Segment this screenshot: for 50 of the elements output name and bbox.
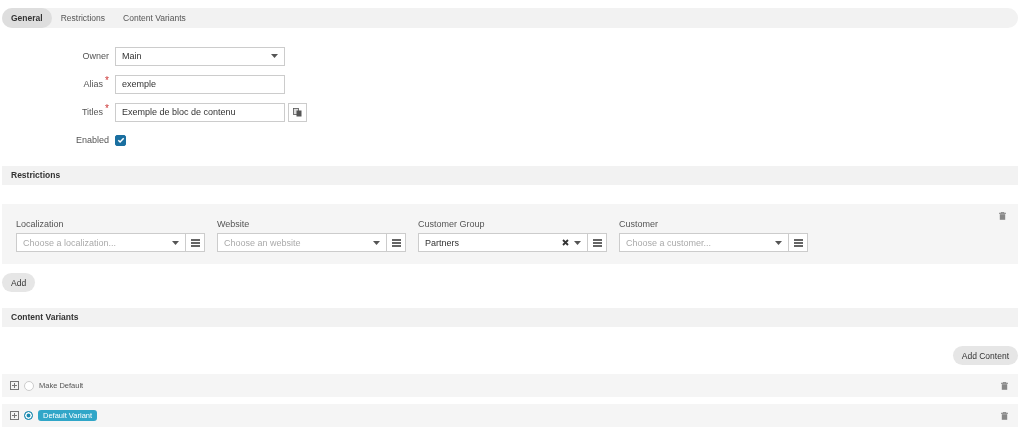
select-placeholder: Choose a localization... bbox=[23, 237, 117, 248]
filter-label: Website bbox=[217, 219, 251, 229]
section-header: Content Variants bbox=[2, 308, 1018, 327]
list-button[interactable] bbox=[186, 233, 205, 252]
enabled-checkbox[interactable] bbox=[115, 134, 126, 146]
required-mark: * bbox=[105, 103, 109, 114]
field-label: Alias bbox=[83, 79, 104, 89]
add-content-button[interactable]: Add Content bbox=[952, 346, 1018, 365]
required-mark: * bbox=[105, 75, 109, 86]
menu-icon bbox=[391, 238, 401, 247]
titles-field[interactable]: Exemple de bloc de contenu bbox=[115, 102, 285, 122]
filter-select[interactable]: Partners bbox=[418, 233, 588, 252]
clear-icon[interactable] bbox=[562, 239, 569, 246]
owner-select[interactable]: Main bbox=[115, 46, 285, 66]
tab[interactable]: Content Variants bbox=[114, 8, 195, 28]
trash-icon[interactable] bbox=[1001, 381, 1008, 390]
default-radio[interactable] bbox=[24, 380, 34, 391]
alias-field[interactable]: exemple bbox=[115, 74, 285, 94]
caret-icon bbox=[271, 54, 278, 58]
filter-label: Localization bbox=[16, 219, 65, 229]
trash-icon[interactable] bbox=[999, 212, 1006, 220]
translate-icon bbox=[293, 107, 302, 117]
tab[interactable]: Restrictions bbox=[51, 8, 115, 28]
caret-icon bbox=[775, 240, 782, 245]
default-radio[interactable] bbox=[24, 411, 33, 420]
caret-icon bbox=[574, 240, 581, 245]
translate-button[interactable] bbox=[288, 102, 307, 122]
filter-label: Customer bbox=[619, 219, 659, 229]
menu-icon bbox=[190, 238, 200, 247]
add-button[interactable]: Add bbox=[2, 273, 36, 292]
field-label: Owner bbox=[82, 51, 109, 61]
menu-icon bbox=[793, 238, 803, 247]
expand-icon[interactable] bbox=[10, 381, 19, 390]
menu-icon bbox=[592, 238, 602, 247]
select-placeholder: Choose a customer... bbox=[626, 237, 712, 248]
list-button[interactable] bbox=[588, 233, 607, 252]
trash-icon[interactable] bbox=[1001, 411, 1008, 420]
field-label: Enabled bbox=[75, 135, 109, 145]
select-value: Partners bbox=[425, 237, 459, 248]
field-label: Titles bbox=[81, 107, 104, 117]
section-header: Restrictions bbox=[2, 166, 1018, 185]
tab[interactable]: General bbox=[2, 8, 52, 28]
caret-icon bbox=[172, 240, 179, 245]
caret-icon bbox=[373, 240, 380, 245]
list-button[interactable] bbox=[387, 233, 406, 252]
list-button[interactable] bbox=[789, 233, 808, 252]
expand-icon[interactable] bbox=[10, 411, 19, 420]
select-placeholder: Choose an website bbox=[224, 237, 301, 248]
filter-label: Customer Group bbox=[418, 219, 486, 229]
select-value: Main bbox=[122, 51, 142, 61]
